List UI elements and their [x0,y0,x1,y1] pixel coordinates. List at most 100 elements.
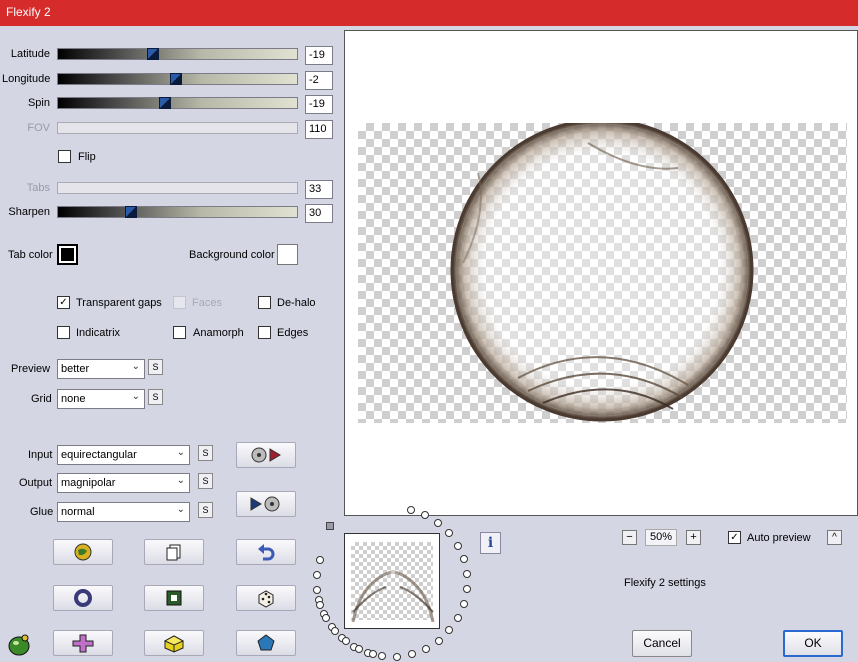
navigator-dot[interactable] [445,626,454,635]
input-s-button[interactable]: S [198,445,213,461]
auto-preview-checkbox[interactable]: ✓ [728,531,741,544]
navigator-dot[interactable] [445,529,454,538]
latitude-slider[interactable] [57,48,298,60]
navigator-dot[interactable] [313,570,322,579]
tabs-slider [57,182,298,194]
navigator-dot[interactable] [422,644,431,653]
title-bar: Flexify 2 [0,0,858,26]
longitude-slider[interactable] [57,73,298,85]
save-output-button[interactable] [236,491,296,517]
navigator-dot[interactable] [368,650,377,659]
tab-color-swatch[interactable] [57,244,78,265]
sharpen-value[interactable]: 30 [305,204,333,223]
navigator-dot[interactable] [322,614,331,623]
zoom-level: 50% [645,529,677,546]
zoom-out-button[interactable]: − [622,530,637,545]
navigator-thumbnail[interactable] [344,533,440,629]
faces-label: Faces [192,297,222,309]
ok-button[interactable]: OK [783,630,843,657]
arrow-disc-icon [250,496,280,512]
navigator-dot[interactable] [407,505,416,514]
navigator-dot[interactable] [462,570,471,579]
cube-button[interactable] [144,630,204,656]
longitude-value[interactable]: -2 [305,71,333,90]
settings-label: Flexify 2 settings [624,577,706,589]
longitude-slider-thumb[interactable] [170,73,182,85]
navigator-dot[interactable] [316,556,325,565]
output-select[interactable]: magnipolar ⌄ [57,473,190,493]
navigator-dot[interactable] [459,555,468,564]
tabs-label: Tabs [26,182,50,194]
info-button[interactable]: i [480,532,501,554]
transparent-gaps-checkbox[interactable]: ✓ [57,296,70,309]
output-s-button[interactable]: S [198,473,213,489]
navigator-dot[interactable] [434,518,443,527]
sharpen-slider-thumb[interactable] [125,206,137,218]
transparent-gaps-label: Transparent gaps [76,297,162,309]
fov-label: FOV [27,122,50,134]
navigator-dot[interactable] [393,652,402,661]
faces-checkbox [173,296,186,309]
world-button[interactable] [53,539,113,565]
undo-button[interactable] [236,539,296,565]
navigator-dot[interactable] [330,626,339,635]
input-select[interactable]: equirectangular ⌄ [57,445,190,465]
chevron-down-icon: ⌄ [176,475,185,486]
glue-s-button[interactable]: S [198,502,213,518]
checkerboard [358,123,847,423]
navigator-handle[interactable] [326,522,334,530]
undo-icon [258,544,275,561]
cancel-button[interactable]: Cancel [632,630,692,657]
sphere-preview [450,123,754,422]
input-select-value: equirectangular [61,449,137,461]
latitude-label: Latitude [10,48,50,60]
navigator-dot[interactable] [354,645,363,654]
latitude-slider-thumb[interactable] [147,48,159,60]
edges-checkbox[interactable] [258,326,271,339]
navigator-dot[interactable] [453,613,462,622]
latitude-value[interactable]: -19 [305,46,333,65]
anamorph-checkbox[interactable] [173,326,186,339]
grid-s-button[interactable]: S [148,389,163,405]
navigator-dot[interactable] [462,585,471,594]
output-label: Output [19,477,53,489]
collapse-button[interactable]: ^ [827,530,842,545]
preview-s-button[interactable]: S [148,359,163,375]
chevron-down-icon: ⌄ [176,504,185,515]
preview-select-value: better [61,363,90,375]
indicatrix-checkbox[interactable] [57,326,70,339]
fov-value[interactable]: 110 [305,120,333,139]
spin-slider-thumb[interactable] [159,97,171,109]
zoom-in-button[interactable]: + [686,530,701,545]
random-button[interactable] [236,585,296,611]
pentagon-button[interactable] [236,630,296,656]
ring-button[interactable] [53,585,113,611]
navigator-dot[interactable] [316,600,325,609]
preview-select[interactable]: better ⌄ [57,359,145,379]
square-button[interactable] [144,585,204,611]
logo-icon [6,632,32,659]
preview-canvas[interactable] [344,30,858,516]
flip-checkbox[interactable] [58,150,71,163]
sharpen-slider[interactable] [57,206,298,218]
load-input-button[interactable] [236,442,296,468]
navigator-dot[interactable] [341,637,350,646]
grid-select[interactable]: none ⌄ [57,389,145,409]
navigator-dot[interactable] [378,652,387,661]
navigator-dot[interactable] [459,599,468,608]
chevron-down-icon: ⌄ [131,361,140,372]
navigator-dot[interactable] [434,636,443,645]
copy-button[interactable] [144,539,204,565]
tabs-value[interactable]: 33 [305,180,333,199]
navigator-dot[interactable] [421,510,430,519]
spin-value[interactable]: -19 [305,95,333,114]
navigator-dot[interactable] [453,541,462,550]
navigator-dot[interactable] [313,585,322,594]
spin-slider[interactable] [57,97,298,109]
navigator-dot[interactable] [408,650,417,659]
cross-button[interactable] [53,630,113,656]
de-halo-checkbox[interactable] [258,296,271,309]
glue-select[interactable]: normal ⌄ [57,502,190,522]
background-color-swatch[interactable] [277,244,298,265]
disc-arrow-icon [251,447,281,463]
